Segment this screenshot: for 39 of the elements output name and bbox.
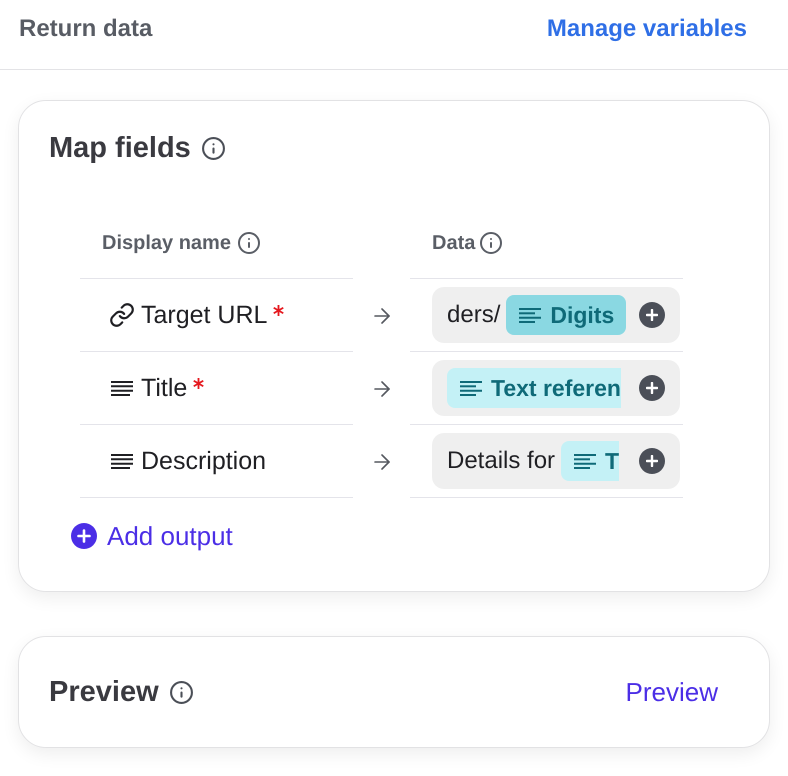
variable-chip[interactable]: Text referen — [447, 368, 621, 408]
card-title: Preview — [49, 676, 159, 708]
info-icon[interactable] — [236, 230, 261, 254]
plus-icon — [646, 309, 658, 321]
card-title: Map fields — [49, 132, 191, 164]
field-text: ders/ — [447, 300, 500, 330]
variable-chip[interactable]: T — [561, 441, 620, 481]
plus-icon — [646, 455, 658, 467]
variable-chip[interactable]: Digits — [506, 295, 626, 335]
text-lines-icon — [111, 380, 133, 396]
column-header: Data — [432, 230, 476, 254]
section-title: Return data — [19, 14, 152, 44]
mapping-field[interactable]: ders/ Digits — [432, 287, 680, 343]
info-icon[interactable] — [200, 136, 226, 160]
info-icon[interactable] — [168, 680, 194, 704]
info-icon[interactable] — [479, 230, 504, 254]
chip-label: Text referen — [491, 374, 621, 402]
chip-label: T — [605, 447, 620, 475]
field-name: Target URL — [141, 300, 268, 330]
add-output-button[interactable]: Add output — [71, 518, 233, 554]
add-variable-button[interactable] — [639, 448, 665, 474]
column-header: Display name — [102, 230, 231, 254]
add-variable-button[interactable] — [639, 302, 665, 328]
field-name: Title — [141, 373, 188, 403]
text-lines-icon — [460, 380, 482, 396]
text-lines-icon — [111, 454, 133, 468]
chip-label: Digits — [550, 301, 614, 329]
manage-variables-link[interactable]: Manage variables — [546, 14, 747, 44]
field-text: Details for — [447, 446, 556, 476]
mapping-field[interactable]: Text referen — [432, 360, 680, 416]
field-name: Description — [141, 446, 266, 476]
add-variable-button[interactable] — [639, 375, 665, 401]
text-lines-icon — [519, 308, 542, 322]
link-icon — [109, 302, 135, 328]
plus-icon — [646, 382, 658, 394]
preview-button[interactable]: Preview — [626, 677, 718, 707]
text-lines-icon — [574, 454, 596, 468]
mapping-field[interactable]: Details for T — [432, 433, 680, 489]
plus-circle-icon — [71, 523, 97, 549]
